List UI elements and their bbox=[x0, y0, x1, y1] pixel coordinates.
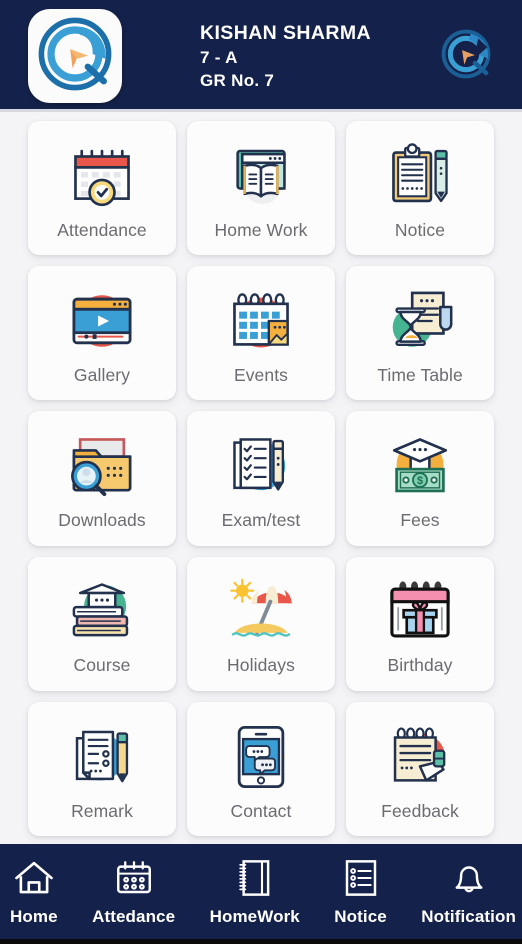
tile-label: Birthday bbox=[387, 655, 453, 676]
tile-attendance[interactable]: Attendance bbox=[28, 121, 176, 256]
hourglass-document-icon bbox=[381, 282, 459, 360]
compass-c-logo-icon bbox=[35, 14, 115, 99]
tile-birthday[interactable]: Birthday bbox=[346, 556, 494, 691]
tile-label: Notice bbox=[394, 219, 446, 240]
calendar-dots-icon bbox=[113, 858, 155, 898]
tile-label: Course bbox=[73, 655, 131, 676]
tile-label: Exam/test bbox=[221, 510, 301, 531]
tile-events[interactable]: Events bbox=[187, 266, 335, 401]
app-logo-badge[interactable] bbox=[28, 9, 122, 103]
tile-label: Home Work bbox=[214, 219, 308, 240]
tile-remark[interactable]: Remark bbox=[28, 701, 176, 836]
tile-gallery[interactable]: Gallery bbox=[28, 266, 176, 401]
video-player-icon bbox=[63, 282, 141, 360]
tile-label: Feedback bbox=[381, 800, 459, 821]
document-pencil-icon bbox=[63, 718, 141, 796]
tile-label: Contact bbox=[230, 800, 292, 821]
graduation-money-icon: $ bbox=[381, 427, 459, 505]
app-header: KISHAN SHARMA 7 - A GR No. 7 bbox=[0, 0, 522, 112]
tile-label: Gallery bbox=[73, 365, 131, 386]
nav-item-notification[interactable]: Notification bbox=[421, 858, 516, 927]
student-class: 7 - A bbox=[200, 47, 238, 67]
tile-label: Attendance bbox=[57, 219, 147, 240]
compass-c-mark-icon bbox=[438, 26, 494, 87]
tablet-chat-icon bbox=[222, 718, 300, 796]
student-info: KISHAN SHARMA 7 - A GR No. 7 bbox=[122, 22, 438, 91]
beach-umbrella-icon bbox=[222, 572, 300, 650]
bottom-navigation: Home Attedance HomeWork Notice Notificat… bbox=[0, 844, 522, 944]
tile-label: Time Table bbox=[377, 365, 463, 386]
notebook-icon bbox=[234, 858, 276, 898]
tile-downloads[interactable]: Downloads bbox=[28, 411, 176, 546]
student-name: KISHAN SHARMA bbox=[200, 21, 371, 44]
tile-contact[interactable]: Contact bbox=[187, 701, 335, 836]
checklist-pencil-icon bbox=[222, 427, 300, 505]
notepad-eraser-icon bbox=[381, 718, 459, 796]
nav-label: Notification bbox=[421, 906, 516, 926]
tile-label: Downloads bbox=[58, 510, 146, 531]
header-brand-mark[interactable] bbox=[438, 28, 494, 84]
nav-label: HomeWork bbox=[209, 906, 300, 926]
nav-item-homework[interactable]: HomeWork bbox=[210, 858, 300, 927]
app-root: KISHAN SHARMA 7 - A GR No. 7 Attendance … bbox=[0, 0, 522, 944]
calendar-gift-icon bbox=[381, 572, 459, 650]
tile-label: Remark bbox=[71, 800, 133, 821]
calendar-event-icon bbox=[222, 282, 300, 360]
student-gr-no: GR No. 7 bbox=[200, 70, 275, 90]
tile-time-table[interactable]: Time Table bbox=[346, 266, 494, 401]
nav-item-notice[interactable]: Notice bbox=[334, 858, 387, 927]
clipboard-pen-icon bbox=[381, 137, 459, 215]
folder-search-icon bbox=[63, 427, 141, 505]
bell-icon bbox=[448, 858, 490, 898]
tile-notice[interactable]: Notice bbox=[346, 121, 494, 256]
nav-label: Home bbox=[10, 906, 58, 926]
nav-label: Attedance bbox=[92, 906, 176, 926]
nav-label: Notice bbox=[334, 906, 387, 926]
nav-item-home[interactable]: Home bbox=[10, 858, 58, 927]
svg-text:$: $ bbox=[417, 475, 423, 487]
tile-fees[interactable]: $ Fees bbox=[346, 411, 494, 546]
tile-label: Holidays bbox=[227, 655, 295, 676]
calendar-check-icon bbox=[63, 137, 141, 215]
tile-label: Events bbox=[233, 365, 289, 386]
books-cap-icon bbox=[63, 572, 141, 650]
tile-label: Fees bbox=[400, 510, 440, 531]
tile-course[interactable]: Course bbox=[28, 556, 176, 691]
tile-exam-test[interactable]: Exam/test bbox=[187, 411, 335, 546]
list-icon bbox=[340, 858, 382, 898]
open-book-window-icon bbox=[222, 137, 300, 215]
home-icon bbox=[13, 858, 55, 898]
tile-feedback[interactable]: Feedback bbox=[346, 701, 494, 836]
nav-item-attedance[interactable]: Attedance bbox=[92, 858, 175, 927]
tile-holidays[interactable]: Holidays bbox=[187, 556, 335, 691]
feature-grid: Attendance Home Work Notice Gallery Even… bbox=[0, 112, 522, 844]
tile-home-work[interactable]: Home Work bbox=[187, 121, 335, 256]
